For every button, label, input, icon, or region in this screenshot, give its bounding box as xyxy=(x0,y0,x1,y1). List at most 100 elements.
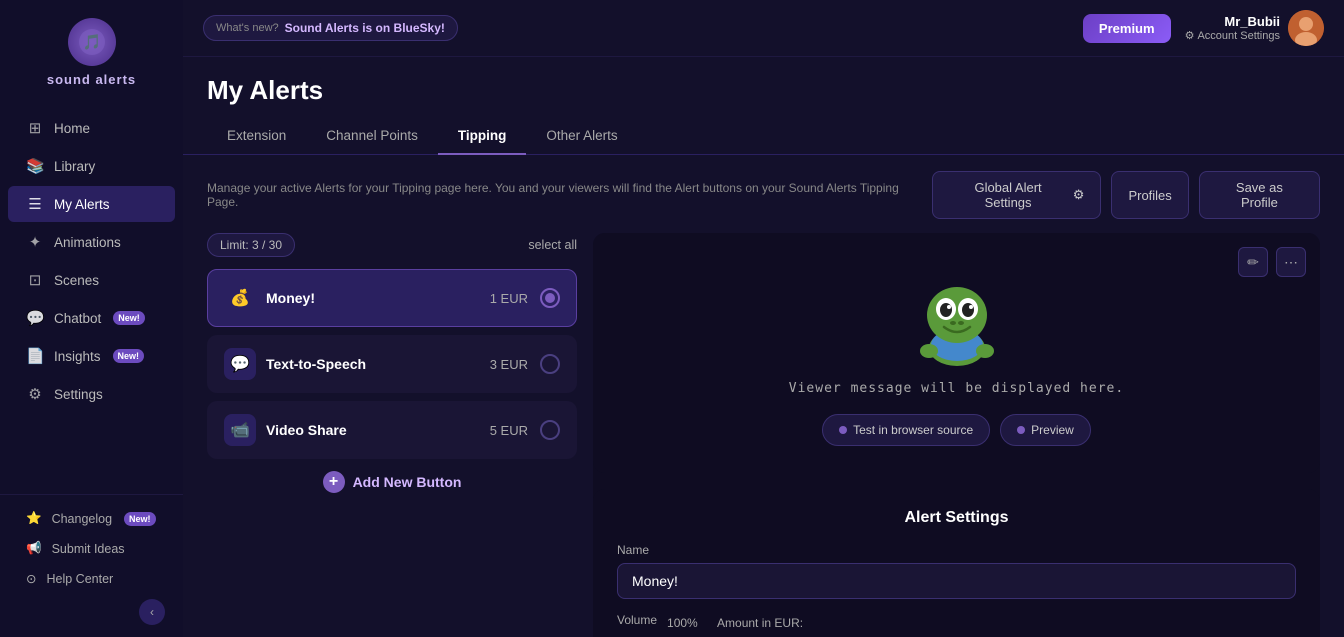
sidebar-item-label: Chatbot xyxy=(54,311,101,326)
tab-other-alerts[interactable]: Other Alerts xyxy=(526,118,637,155)
sidebar-item-changelog[interactable]: ⭐ Changelog New! xyxy=(8,504,175,533)
preview-area: ✏ ⋯ xyxy=(593,233,1320,473)
tipping-actions: Global Alert Settings ⚙ Profiles Save as… xyxy=(932,171,1320,219)
alert-right: 1 EUR xyxy=(490,288,560,308)
name-field: Name xyxy=(617,543,1296,599)
alert-settings-panel: Alert Settings Name Volume 100% Amount i… xyxy=(593,489,1320,637)
whats-new-label: What's new? xyxy=(216,22,279,34)
tts-icon-wrap: 💬 xyxy=(224,348,256,380)
sidebar-item-label: Settings xyxy=(54,387,103,402)
tab-channel-points[interactable]: Channel Points xyxy=(306,118,438,155)
sidebar-item-insights[interactable]: 📄 Insights New! xyxy=(8,338,175,374)
sidebar-item-home[interactable]: ⊞ Home xyxy=(8,110,175,146)
alert-item-tts[interactable]: 💬 Text-to-Speech 3 EUR xyxy=(207,335,577,393)
test-browser-source-button[interactable]: Test in browser source xyxy=(822,414,990,446)
sidebar-item-help-center[interactable]: ⊙ Help Center xyxy=(8,564,175,593)
tipping-body: Manage your active Alerts for your Tippi… xyxy=(183,155,1344,637)
sidebar-item-submit-ideas[interactable]: 📢 Submit Ideas xyxy=(8,534,175,563)
insights-icon: 📄 xyxy=(26,347,44,365)
sidebar-footer: ⭐ Changelog New! 📢 Submit Ideas ⊙ Help C… xyxy=(0,494,183,637)
page-content: My Alerts Extension Channel Points Tippi… xyxy=(183,57,1344,637)
select-all-button[interactable]: select all xyxy=(528,238,577,252)
tabs: Extension Channel Points Tipping Other A… xyxy=(183,118,1344,155)
topbar-right: Premium Mr_Bubii ⚙ Account Settings xyxy=(1083,10,1324,46)
volume-field: Volume 100% Amount in EUR: xyxy=(617,613,1296,633)
account-settings-link[interactable]: ⚙ Account Settings xyxy=(1185,29,1280,42)
sidebar-item-label: Insights xyxy=(54,349,101,364)
add-plus-icon: + xyxy=(323,471,345,493)
alert-right: 3 EUR xyxy=(490,354,560,374)
name-label: Name xyxy=(617,543,1296,557)
svg-text:🎵: 🎵 xyxy=(82,33,101,51)
changelog-icon: ⭐ xyxy=(26,511,42,526)
global-alert-settings-button[interactable]: Global Alert Settings ⚙ xyxy=(932,171,1101,219)
gear-icon: ⚙ xyxy=(1073,187,1085,203)
global-settings-label: Global Alert Settings xyxy=(949,180,1066,210)
username: Mr_Bubii xyxy=(1185,14,1280,29)
profiles-button[interactable]: Profiles xyxy=(1111,171,1188,219)
sidebar-item-label: Home xyxy=(54,121,90,136)
tab-tipping[interactable]: Tipping xyxy=(438,118,527,155)
whats-new-pill[interactable]: What's new? Sound Alerts is on BlueSky! xyxy=(203,15,458,41)
preview-column: ✏ ⋯ xyxy=(593,233,1320,637)
user-area[interactable]: Mr_Bubii ⚙ Account Settings xyxy=(1185,10,1324,46)
alert-item-money[interactable]: 💰 Money! 1 EUR xyxy=(207,269,577,327)
two-col-layout: Limit: 3 / 30 select all 💰 Money! xyxy=(207,233,1320,637)
add-new-label: Add New Button xyxy=(353,474,462,490)
preview-toolbar: ✏ ⋯ xyxy=(1238,247,1306,277)
limit-badge: Limit: 3 / 30 xyxy=(207,233,295,257)
radio-video-share[interactable] xyxy=(540,420,560,440)
tab-extension[interactable]: Extension xyxy=(207,118,306,155)
name-input[interactable] xyxy=(617,563,1296,599)
main-content: What's new? Sound Alerts is on BlueSky! … xyxy=(183,0,1344,637)
alert-name-tts: Text-to-Speech xyxy=(266,356,366,372)
footer-label: Help Center xyxy=(46,572,113,586)
sidebar-item-library[interactable]: 📚 Library xyxy=(8,148,175,184)
alert-amount-money: 1 EUR xyxy=(490,291,528,306)
more-options-button[interactable]: ⋯ xyxy=(1276,247,1306,277)
volume-label: Volume xyxy=(617,613,657,627)
page-header: My Alerts xyxy=(183,57,1344,106)
volume-pct: 100% xyxy=(667,616,707,630)
page-title: My Alerts xyxy=(207,75,1320,106)
tts-icon: 💬 xyxy=(230,354,250,374)
save-as-profile-button[interactable]: Save as Profile xyxy=(1199,171,1320,219)
preview-button[interactable]: Preview xyxy=(1000,414,1091,446)
add-new-button[interactable]: + Add New Button xyxy=(207,459,577,505)
changelog-badge: New! xyxy=(124,512,156,526)
radio-money[interactable] xyxy=(540,288,560,308)
scenes-icon: ⊡ xyxy=(26,271,44,289)
tipping-info-text: Manage your active Alerts for your Tippi… xyxy=(207,181,932,209)
alert-item-left: 💰 Money! xyxy=(224,282,315,314)
collapse-sidebar-button[interactable]: ‹ xyxy=(139,599,165,625)
sidebar-item-settings[interactable]: ⚙ Settings xyxy=(8,376,175,412)
edit-button[interactable]: ✏ xyxy=(1238,247,1268,277)
alert-item-left: 💬 Text-to-Speech xyxy=(224,348,366,380)
insights-badge: New! xyxy=(113,349,145,363)
sidebar-item-scenes[interactable]: ⊡ Scenes xyxy=(8,262,175,298)
alert-right: 5 EUR xyxy=(490,420,560,440)
money-icon-wrap: 💰 xyxy=(224,282,256,314)
gear-icon: ⚙ xyxy=(1185,29,1195,42)
sidebar-item-chatbot[interactable]: 💬 Chatbot New! xyxy=(8,300,175,336)
viewer-message-text: Viewer message will be displayed here. xyxy=(789,381,1124,396)
alert-item-video-share[interactable]: 📹 Video Share 5 EUR xyxy=(207,401,577,459)
sidebar-nav: ⊞ Home 📚 Library ☰ My Alerts ✦ Animation… xyxy=(0,101,183,494)
logo-text: sound alerts xyxy=(47,72,136,87)
amount-eur-label: Amount in EUR: xyxy=(717,616,817,630)
premium-button[interactable]: Premium xyxy=(1083,14,1171,43)
chatbot-badge: New! xyxy=(113,311,145,325)
sidebar-item-animations[interactable]: ✦ Animations xyxy=(8,224,175,260)
whats-new-text: Sound Alerts is on BlueSky! xyxy=(285,21,445,35)
sidebar-item-my-alerts[interactable]: ☰ My Alerts xyxy=(8,186,175,222)
alert-name-money: Money! xyxy=(266,290,315,306)
home-icon: ⊞ xyxy=(26,119,44,137)
library-icon: 📚 xyxy=(26,157,44,175)
topbar: What's new? Sound Alerts is on BlueSky! … xyxy=(183,0,1344,57)
preview-label: Preview xyxy=(1031,423,1074,437)
radio-tts[interactable] xyxy=(540,354,560,374)
help-center-icon: ⊙ xyxy=(26,571,36,586)
logo-icon: 🎵 xyxy=(68,18,116,66)
topbar-left: What's new? Sound Alerts is on BlueSky! xyxy=(203,15,458,41)
sidebar-item-label: Library xyxy=(54,159,95,174)
